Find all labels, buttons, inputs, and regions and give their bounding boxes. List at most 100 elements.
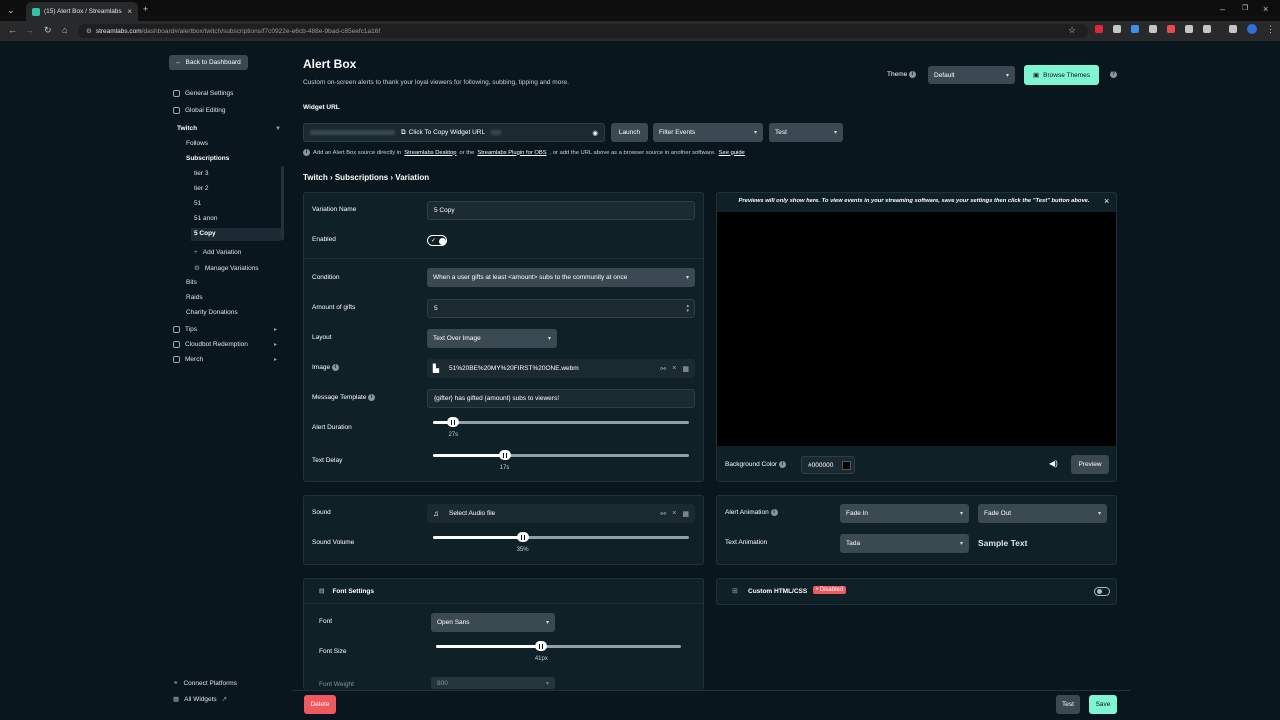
sidebar-item-cloudbot[interactable]: Cloudbot Redemption ▸: [173, 341, 278, 348]
cloudbot-icon: [173, 341, 180, 348]
image-file-field[interactable]: ▙ 51%20BE%20MY%20FIRST%20ONE.webm ⚯ × ▦: [427, 359, 695, 378]
copy-widget-url[interactable]: ⧉ Click To Copy Widget URL: [401, 129, 485, 137]
extension-icon[interactable]: [1131, 25, 1139, 33]
theme-select[interactable]: Default: [928, 66, 1015, 84]
slider-handle[interactable]: [516, 532, 529, 542]
slider-handle[interactable]: [498, 450, 511, 460]
puzzle-icon[interactable]: [1203, 25, 1211, 33]
home-icon[interactable]: ⌂: [62, 25, 67, 35]
all-widgets-link[interactable]: ▦ All Widgets ↗: [173, 695, 227, 704]
slider-handle[interactable]: [535, 641, 548, 651]
extension-icon[interactable]: [1113, 25, 1121, 33]
extension-icon[interactable]: [1095, 25, 1103, 33]
preview-button[interactable]: Preview: [1071, 455, 1109, 474]
launch-button[interactable]: Launch: [611, 123, 648, 142]
text-animation-select[interactable]: Tada: [840, 534, 969, 553]
font-weight-select[interactable]: 800: [431, 677, 555, 689]
font-size-slider[interactable]: [436, 641, 681, 651]
widget-url-field[interactable]: ⧉ Click To Copy Widget URL ◉: [303, 123, 605, 142]
sound-volume-slider[interactable]: [433, 532, 689, 542]
sidebar-item-twitch[interactable]: Twitch ▼: [177, 125, 282, 132]
link-icon[interactable]: ⚯: [660, 510, 666, 518]
media-gallery-icon[interactable]: ▦: [682, 510, 689, 518]
layout-select[interactable]: Text Over Image: [427, 329, 557, 348]
message-template-input[interactable]: {gifter} has gifted {amount} subs to vie…: [427, 389, 695, 408]
sidebar-item-charity-donations[interactable]: Charity Donations: [186, 309, 238, 316]
reload-icon[interactable]: ↻: [44, 25, 52, 36]
color-swatch[interactable]: [842, 460, 851, 470]
test-button[interactable]: Test: [1056, 695, 1080, 714]
delete-button[interactable]: Delete: [304, 695, 336, 714]
minimize-icon[interactable]: –: [1220, 4, 1225, 14]
downloads-icon[interactable]: [1229, 25, 1237, 33]
clear-icon[interactable]: ×: [672, 510, 676, 518]
volume-icon[interactable]: ◀): [1049, 459, 1058, 468]
link-icon[interactable]: ⚯: [660, 365, 666, 373]
sidebar-item-raids[interactable]: Raids: [186, 294, 203, 301]
clear-icon[interactable]: ×: [672, 365, 676, 373]
manage-variations-button[interactable]: ⚙ Manage Variations: [194, 264, 259, 273]
condition-select[interactable]: When a user gifts at least <amount> subs…: [427, 268, 695, 287]
connect-platforms-link[interactable]: ⚭ Connect Platforms: [173, 679, 237, 688]
address-bar[interactable]: ⚙ streamlabs.com/dashboard#/alertbox/twi…: [78, 24, 1088, 38]
variation-name-input[interactable]: 5 Copy: [427, 201, 695, 220]
sidebar-item-merch[interactable]: Merch ▸: [173, 356, 278, 363]
forward-icon[interactable]: →: [25, 25, 34, 35]
streamlabs-desktop-link[interactable]: Streamlabs Desktop: [404, 150, 456, 156]
media-gallery-icon[interactable]: ▦: [682, 365, 689, 373]
see-guide-link[interactable]: See guide: [719, 150, 745, 156]
back-icon[interactable]: ←: [8, 25, 17, 35]
browser-tab[interactable]: (15) Alert Box / Streamlabs ×: [26, 2, 138, 21]
browse-themes-button[interactable]: ▣ Browse Themes: [1024, 65, 1099, 85]
site-info-icon[interactable]: ⚙: [86, 27, 92, 35]
test-dropdown[interactable]: Test: [769, 123, 843, 142]
variation-item[interactable]: 51 anon: [194, 215, 218, 222]
close-window-icon[interactable]: ×: [1263, 4, 1268, 14]
sidebar-item-bits[interactable]: Bits: [186, 279, 197, 286]
stepper-icon[interactable]: ▴ ▾: [686, 303, 689, 314]
close-notice-icon[interactable]: ×: [1104, 196, 1109, 206]
amount-of-gifts-input[interactable]: 5 ▴ ▾: [427, 299, 695, 318]
close-tab-icon[interactable]: ×: [127, 7, 132, 16]
sidebar-item-follows[interactable]: Follows: [186, 140, 208, 147]
animation-in-select[interactable]: Fade In: [840, 504, 969, 523]
bookmark-star-icon[interactable]: ☆: [1068, 25, 1076, 36]
extension-icon[interactable]: [1167, 25, 1175, 33]
save-button[interactable]: Save: [1089, 695, 1117, 714]
sidebar-item-global-editing[interactable]: Global Editing: [173, 107, 225, 114]
sidebar-item-subscriptions[interactable]: Subscriptions: [186, 155, 229, 162]
font-select[interactable]: Open Sans: [431, 613, 555, 632]
collapse-icon[interactable]: ⊟: [319, 587, 324, 595]
extension-icon[interactable]: [1149, 25, 1157, 33]
back-to-dashboard-button[interactable]: ← Back to Dashboard: [169, 55, 248, 70]
text-delay-slider[interactable]: [433, 450, 689, 460]
filter-events-select[interactable]: Filter Events: [653, 123, 763, 142]
help-icon[interactable]: ?: [1110, 71, 1117, 78]
eye-icon[interactable]: ◉: [592, 129, 598, 137]
avatar[interactable]: [1247, 24, 1257, 34]
variation-item[interactable]: tier 2: [194, 185, 208, 192]
extension-icon[interactable]: [1185, 25, 1193, 33]
sidebar-item-tips[interactable]: Tips ▸: [173, 326, 278, 333]
alert-duration-slider[interactable]: [433, 417, 689, 427]
tab-list-icon[interactable]: ⌄: [7, 5, 15, 16]
variation-item-selected[interactable]: 5 Copy: [194, 230, 216, 237]
new-tab-icon[interactable]: +: [143, 4, 148, 14]
info-icon: i: [778, 461, 786, 468]
background-color-input[interactable]: #000000: [801, 456, 855, 474]
restore-icon[interactable]: ❐: [1242, 4, 1248, 12]
expand-icon[interactable]: ⊞: [732, 587, 738, 595]
variation-item[interactable]: tier 3: [194, 170, 208, 177]
font-settings-header[interactable]: ⊟ Font Settings: [319, 587, 374, 596]
custom-html-toggle[interactable]: [1094, 587, 1110, 596]
variation-item[interactable]: 51: [194, 200, 201, 207]
enabled-toggle[interactable]: ✓: [427, 235, 447, 246]
sound-file-field[interactable]: ♫ Select Audio file ⚯ × ▦: [427, 504, 695, 523]
kebab-menu-icon[interactable]: ⋮: [1266, 24, 1275, 35]
variations-scrollbar[interactable]: [281, 166, 284, 240]
sidebar-item-general-settings[interactable]: General Settings: [173, 90, 233, 97]
custom-html-title: Custom HTML/CSS: [748, 588, 808, 595]
animation-out-select[interactable]: Fade Out: [978, 504, 1107, 523]
obs-plugin-link[interactable]: Streamlabs Plugin for OBS: [477, 150, 546, 156]
add-variation-button[interactable]: + Add Variation: [194, 249, 241, 256]
